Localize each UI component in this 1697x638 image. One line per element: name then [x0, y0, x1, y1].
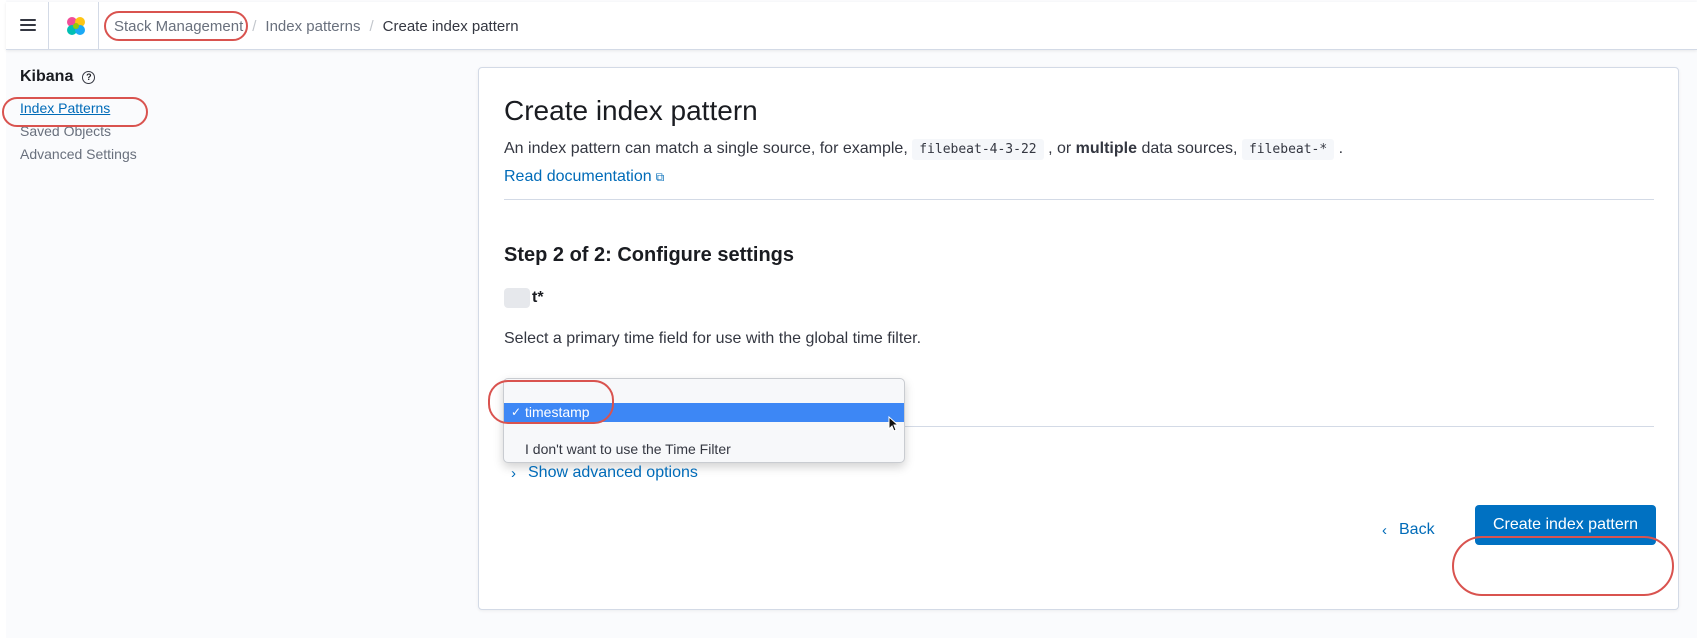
sidebar-title-text: Kibana — [20, 68, 74, 85]
divider — [504, 199, 1654, 200]
back-button[interactable]: ‹ Back — [1382, 521, 1435, 539]
create-index-pattern-panel: Create index pattern An index pattern ca… — [478, 67, 1679, 610]
show-advanced-options-toggle[interactable]: › Show advanced options — [511, 464, 698, 482]
index-pattern-name: t* — [504, 288, 544, 308]
chevron-left-icon: ‹ — [1382, 521, 1387, 539]
breadcrumb-separator: / — [252, 17, 257, 35]
back-button-label: Back — [1399, 521, 1435, 538]
example-code-single: filebeat-4-3-22 — [912, 139, 1044, 160]
top-header: Stack Management / Index patterns / Crea… — [6, 2, 1697, 50]
header-divider — [48, 2, 49, 50]
read-documentation-link[interactable]: Read documentation ⧉ — [504, 168, 664, 186]
description-bold: multiple — [1075, 140, 1137, 157]
breadcrumb-current: Create index pattern — [382, 17, 519, 35]
external-link-icon: ⧉ — [655, 170, 665, 184]
time-field-option-no-filter[interactable]: I don't want to use the Time Filter — [504, 440, 904, 459]
option-label: I don't want to use the Time Filter — [525, 441, 731, 457]
sidebar-title: Kibana ? — [20, 68, 220, 86]
description-text: data sources, — [1141, 140, 1242, 157]
header-divider — [98, 2, 99, 50]
create-button-callout — [1452, 536, 1674, 596]
description-text: An index pattern can match a single sour… — [504, 140, 913, 157]
index-patterns-callout — [2, 97, 148, 127]
example-code-multiple: filebeat-* — [1241, 139, 1335, 160]
redacted-pattern-prefix — [504, 288, 530, 308]
mouse-cursor-icon — [888, 416, 898, 432]
menu-icon[interactable] — [18, 16, 38, 36]
pattern-suffix: t* — [532, 289, 544, 307]
page-title: Create index pattern — [504, 95, 758, 126]
time-field-hint: Select a primary time field for use with… — [504, 330, 922, 347]
page-description: An index pattern can match a single sour… — [504, 139, 1344, 160]
description-text: , or — [1048, 140, 1076, 157]
breadcrumb-separator: / — [369, 17, 374, 35]
help-icon[interactable]: ? — [82, 70, 96, 84]
stack-management-callout — [104, 11, 248, 41]
step-title: Step 2 of 2: Configure settings — [504, 244, 795, 266]
kibana-logo-icon[interactable] — [64, 14, 88, 38]
doc-link-label: Read documentation — [504, 168, 652, 185]
sidebar-item-advanced-settings[interactable]: Advanced Settings — [20, 146, 220, 162]
description-text: . — [1338, 140, 1344, 157]
breadcrumb-index-patterns[interactable]: Index patterns — [265, 18, 360, 35]
timestamp-option-callout — [488, 380, 614, 424]
chevron-right-icon: › — [511, 464, 516, 482]
advanced-options-label: Show advanced options — [528, 464, 698, 481]
